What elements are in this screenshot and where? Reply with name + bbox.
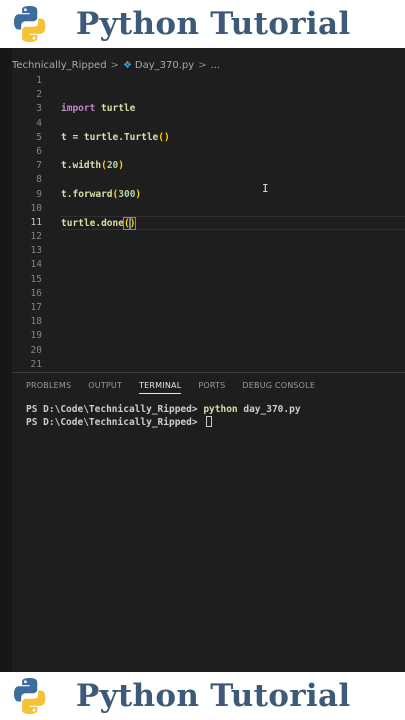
terminal-prompt: PS D:\Code\Technically_Ripped> bbox=[26, 417, 204, 428]
code-token: t = bbox=[61, 131, 84, 143]
line-number: 13 bbox=[30, 245, 42, 257]
line-number: 7 bbox=[36, 160, 42, 172]
line-number: 14 bbox=[30, 259, 42, 271]
line-number: 9 bbox=[36, 188, 42, 200]
code-token: 300 bbox=[118, 188, 136, 200]
breadcrumb-folder[interactable]: Technically_Ripped bbox=[12, 60, 107, 71]
code-token: () bbox=[158, 131, 170, 143]
python-file-icon: ❖ bbox=[122, 59, 132, 71]
text-cursor-icon: I bbox=[262, 182, 269, 195]
breadcrumb: Technically_Ripped > ❖ Day_370.py > ... bbox=[12, 56, 220, 74]
code-token: ) bbox=[128, 216, 137, 230]
line-number: 5 bbox=[36, 131, 42, 143]
breadcrumb-more[interactable]: ... bbox=[211, 60, 221, 71]
code-token: forward bbox=[72, 188, 113, 200]
bottom-banner: Python Tutorial bbox=[0, 672, 405, 720]
code-token: ( bbox=[122, 216, 131, 230]
line-number: 21 bbox=[30, 358, 42, 370]
code-token: ) bbox=[118, 160, 124, 172]
terminal-cursor[interactable] bbox=[206, 416, 213, 427]
code-token: width bbox=[72, 160, 102, 172]
breadcrumb-file[interactable]: Day_370.py bbox=[135, 60, 194, 71]
line-number: 19 bbox=[30, 330, 42, 342]
keyword-import: import bbox=[61, 103, 96, 115]
terminal-prompt: PS D:\Code\Technically_Ripped> bbox=[26, 404, 204, 415]
line-number: 1 bbox=[36, 75, 42, 86]
terminal-argument: day_370.py bbox=[237, 404, 301, 415]
code-line[interactable] bbox=[61, 88, 405, 102]
code-line[interactable] bbox=[61, 145, 405, 159]
code-line-current[interactable]: turtle.done() bbox=[61, 215, 405, 231]
line-number: 20 bbox=[30, 344, 42, 356]
code-line[interactable] bbox=[61, 74, 405, 88]
line-number: 12 bbox=[30, 231, 42, 243]
code-token: ) bbox=[135, 188, 142, 200]
bottom-panel: PROBLEMS OUTPUT TERMINAL PORTS DEBUG CON… bbox=[12, 372, 405, 672]
tab-debug-console[interactable]: DEBUG CONSOLE bbox=[242, 381, 315, 394]
banner-title: Python Tutorial bbox=[76, 678, 351, 714]
code-line-forward[interactable]: t.forward(300) bbox=[61, 188, 405, 202]
line-number: 6 bbox=[36, 145, 42, 157]
tab-ports[interactable]: PORTS bbox=[198, 381, 225, 394]
code-token: turtle bbox=[61, 217, 96, 229]
line-number: 3 bbox=[36, 103, 42, 115]
line-number: 2 bbox=[36, 89, 42, 101]
top-banner: Python Tutorial bbox=[0, 0, 405, 48]
python-logo-icon bbox=[14, 678, 46, 714]
line-number: 4 bbox=[36, 117, 42, 129]
tab-terminal[interactable]: TERMINAL bbox=[139, 381, 182, 394]
code-line[interactable] bbox=[61, 173, 405, 187]
tab-output[interactable]: OUTPUT bbox=[88, 381, 122, 394]
line-number: 16 bbox=[30, 287, 42, 299]
terminal-line: PS D:\Code\Technically_Ripped> bbox=[26, 416, 301, 429]
code-token: turtle bbox=[83, 131, 119, 143]
line-number: 10 bbox=[30, 202, 42, 214]
code-line-width[interactable]: t.width(20) bbox=[61, 159, 405, 173]
chevron-right-icon: > bbox=[110, 59, 119, 71]
chevron-right-icon: > bbox=[198, 59, 207, 71]
code-line[interactable] bbox=[61, 202, 405, 216]
code-token: Turtle bbox=[123, 131, 159, 143]
tab-problems[interactable]: PROBLEMS bbox=[26, 381, 71, 394]
line-number-gutter: 1 2 3 4 5 6 7 8 9 10 11 12 13 14 15 16 1… bbox=[12, 74, 44, 372]
editor-area: Technically_Ripped > ❖ Day_370.py > ... … bbox=[12, 48, 405, 672]
terminal[interactable]: PS D:\Code\Technically_Ripped> python da… bbox=[26, 403, 301, 429]
code-line-assign[interactable]: t = turtle.Turtle() bbox=[61, 131, 405, 145]
code-token: done bbox=[101, 217, 124, 229]
line-number: 8 bbox=[36, 174, 42, 186]
line-number: 17 bbox=[30, 302, 42, 313]
banner-title: Python Tutorial bbox=[76, 6, 351, 42]
code-editor[interactable]: import turtle t = turtle.Turtle() t.widt… bbox=[61, 74, 405, 231]
line-number-active: 11 bbox=[30, 216, 42, 228]
code-token: 20 bbox=[106, 160, 119, 172]
terminal-command: python bbox=[203, 404, 238, 415]
line-number: 15 bbox=[30, 273, 42, 285]
line-number: 18 bbox=[30, 316, 42, 328]
activity-bar bbox=[0, 48, 12, 672]
code-line[interactable] bbox=[61, 117, 405, 131]
code-line-import[interactable]: import turtle bbox=[61, 102, 405, 116]
module-name: turtle bbox=[95, 103, 136, 115]
panel-tabs: PROBLEMS OUTPUT TERMINAL PORTS DEBUG CON… bbox=[26, 381, 332, 394]
terminal-line: PS D:\Code\Technically_Ripped> python da… bbox=[26, 403, 301, 416]
python-logo-icon bbox=[14, 6, 46, 42]
